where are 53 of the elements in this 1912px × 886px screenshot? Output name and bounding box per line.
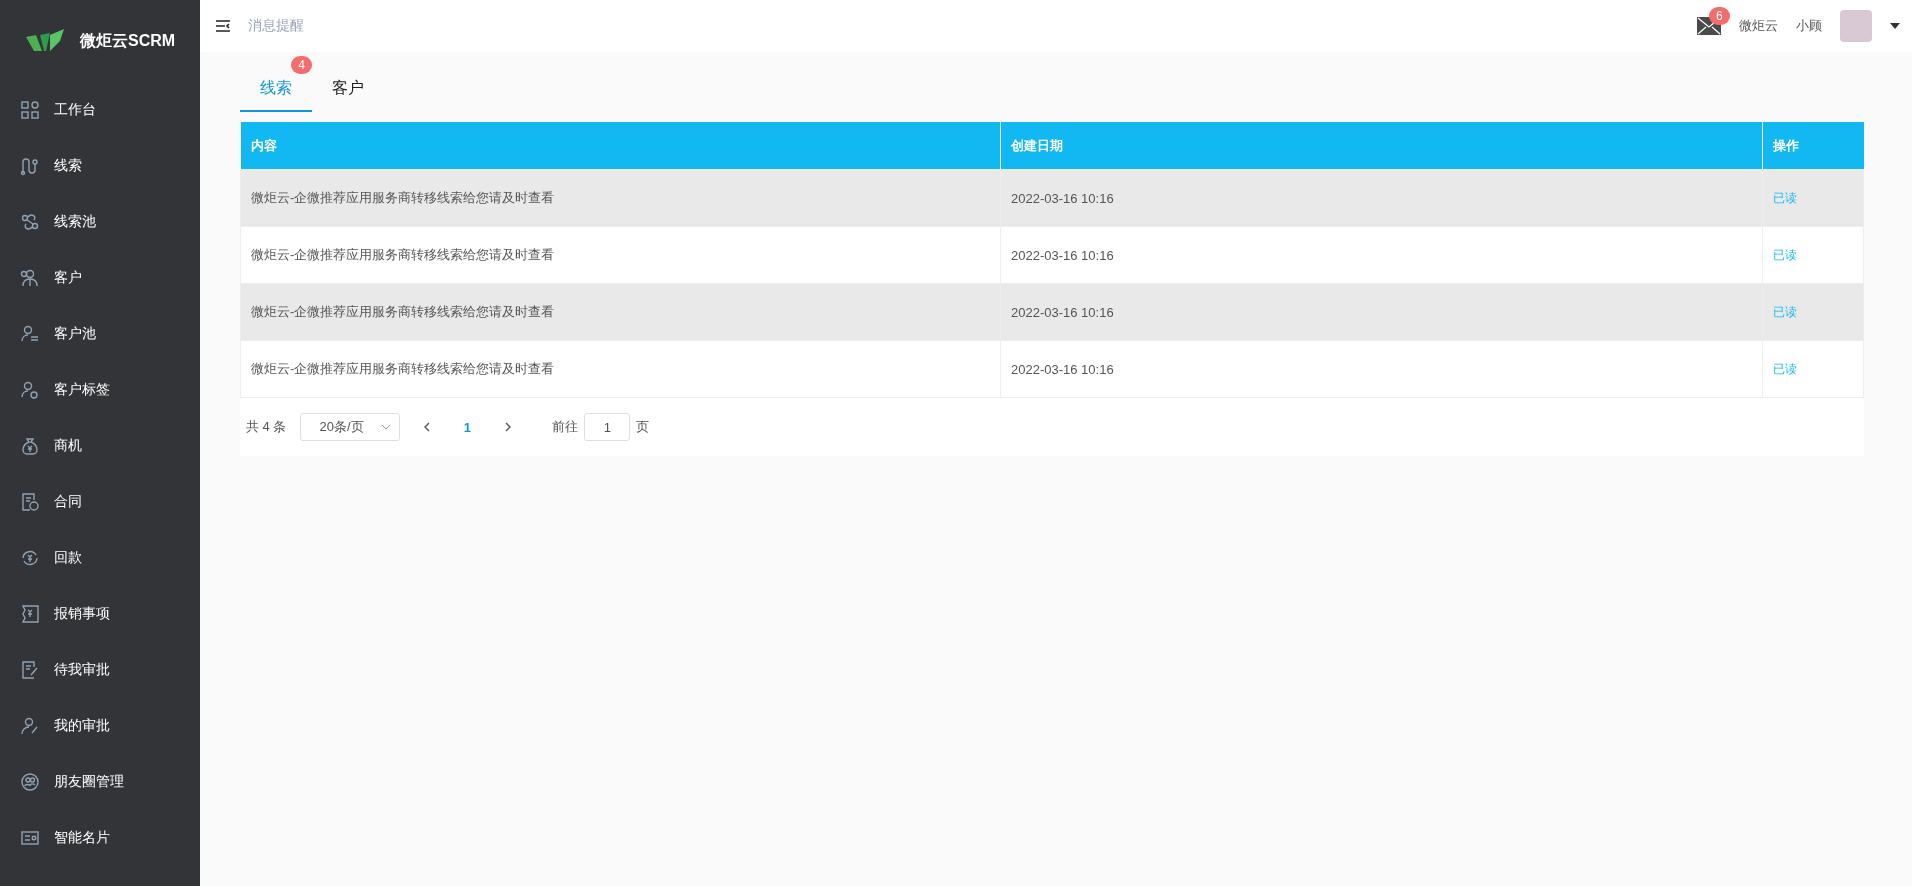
sidebar-item[interactable]: 线索 [0, 138, 200, 194]
sidebar-item[interactable]: 客户 [0, 250, 200, 306]
sidebar-item[interactable]: 智能名片 [0, 810, 200, 866]
money-bag-icon [20, 436, 40, 456]
chevron-down-icon [381, 424, 392, 430]
count-badge: 4 [291, 56, 312, 74]
table-cell: 2022-03-16 10:16 [1000, 283, 1763, 341]
sidebar-item[interactable]: 报销事项 [0, 586, 200, 642]
table-cell: 2022-03-16 10:16 [1000, 340, 1763, 398]
table-cell: 微炬云-企微推荐应用服务商转移线索给您请及时查看 [240, 226, 1001, 284]
table-cell: 微炬云-企微推荐应用服务商转移线索给您请及时查看 [240, 283, 1001, 341]
table-cell: 2022-03-16 10:16 [1000, 226, 1763, 284]
grid-icon [20, 100, 40, 120]
sidebar-item[interactable]: 回款 [0, 530, 200, 586]
page-size-select[interactable]: 20条/页 [300, 413, 401, 441]
sidebar-item[interactable]: 合同 [0, 474, 200, 530]
caret-icon[interactable] [1890, 23, 1900, 29]
chevron-right-icon [504, 422, 512, 432]
receipt-icon [20, 604, 40, 624]
sidebar-item[interactable]: 客户标签 [0, 362, 200, 418]
user-list-icon [20, 324, 40, 344]
chevron-left-icon [422, 422, 430, 432]
sidebar-item[interactable]: 线索池 [0, 194, 200, 250]
document-pen-icon [20, 660, 40, 680]
goto-label: 前往 [552, 418, 579, 436]
sidebar-item[interactable]: 商机 [0, 418, 200, 474]
id-card-icon [20, 828, 40, 848]
sidebar-item[interactable]: 我的审批 [0, 698, 200, 754]
page-input[interactable]: 1 [584, 413, 631, 441]
table-cell: 微炬云-企微推荐应用服务商转移线索给您请及时查看 [240, 169, 1001, 227]
sidebar-item[interactable]: 朋友圈管理 [0, 754, 200, 810]
logo-text: 微炬云SCRM [80, 30, 176, 51]
table-cell: 2022-03-16 10:16 [1000, 169, 1763, 227]
page-suffix: 页 [636, 418, 650, 436]
user-name[interactable]: 小顾 [1796, 17, 1822, 35]
sidebar-item[interactable]: 工作台 [0, 82, 200, 138]
user-pen-icon [20, 716, 40, 736]
table-cell: 微炬云-企微推荐应用服务商转移线索给您请及时查看 [240, 340, 1001, 398]
group-circle-icon [20, 772, 40, 792]
page-title: 消息提醒 [248, 17, 304, 35]
sidebar-item[interactable]: 待我审批 [0, 642, 200, 698]
column-header: 操作 [1762, 122, 1864, 170]
notification-badge: 6 [1709, 7, 1730, 25]
menu-icon[interactable] [216, 20, 230, 32]
sidebar-item[interactable]: 客户池 [0, 306, 200, 362]
refresh-money-icon [20, 548, 40, 568]
column-header: 内容 [240, 122, 1001, 170]
tab[interactable]: 客户 [312, 56, 384, 112]
users-icon [20, 268, 40, 288]
column-header: 创建日期 [1000, 122, 1763, 170]
company-name: 微炬云 [1739, 17, 1778, 35]
total-count: 共 4 条 [246, 418, 287, 436]
route-icon [20, 156, 40, 176]
